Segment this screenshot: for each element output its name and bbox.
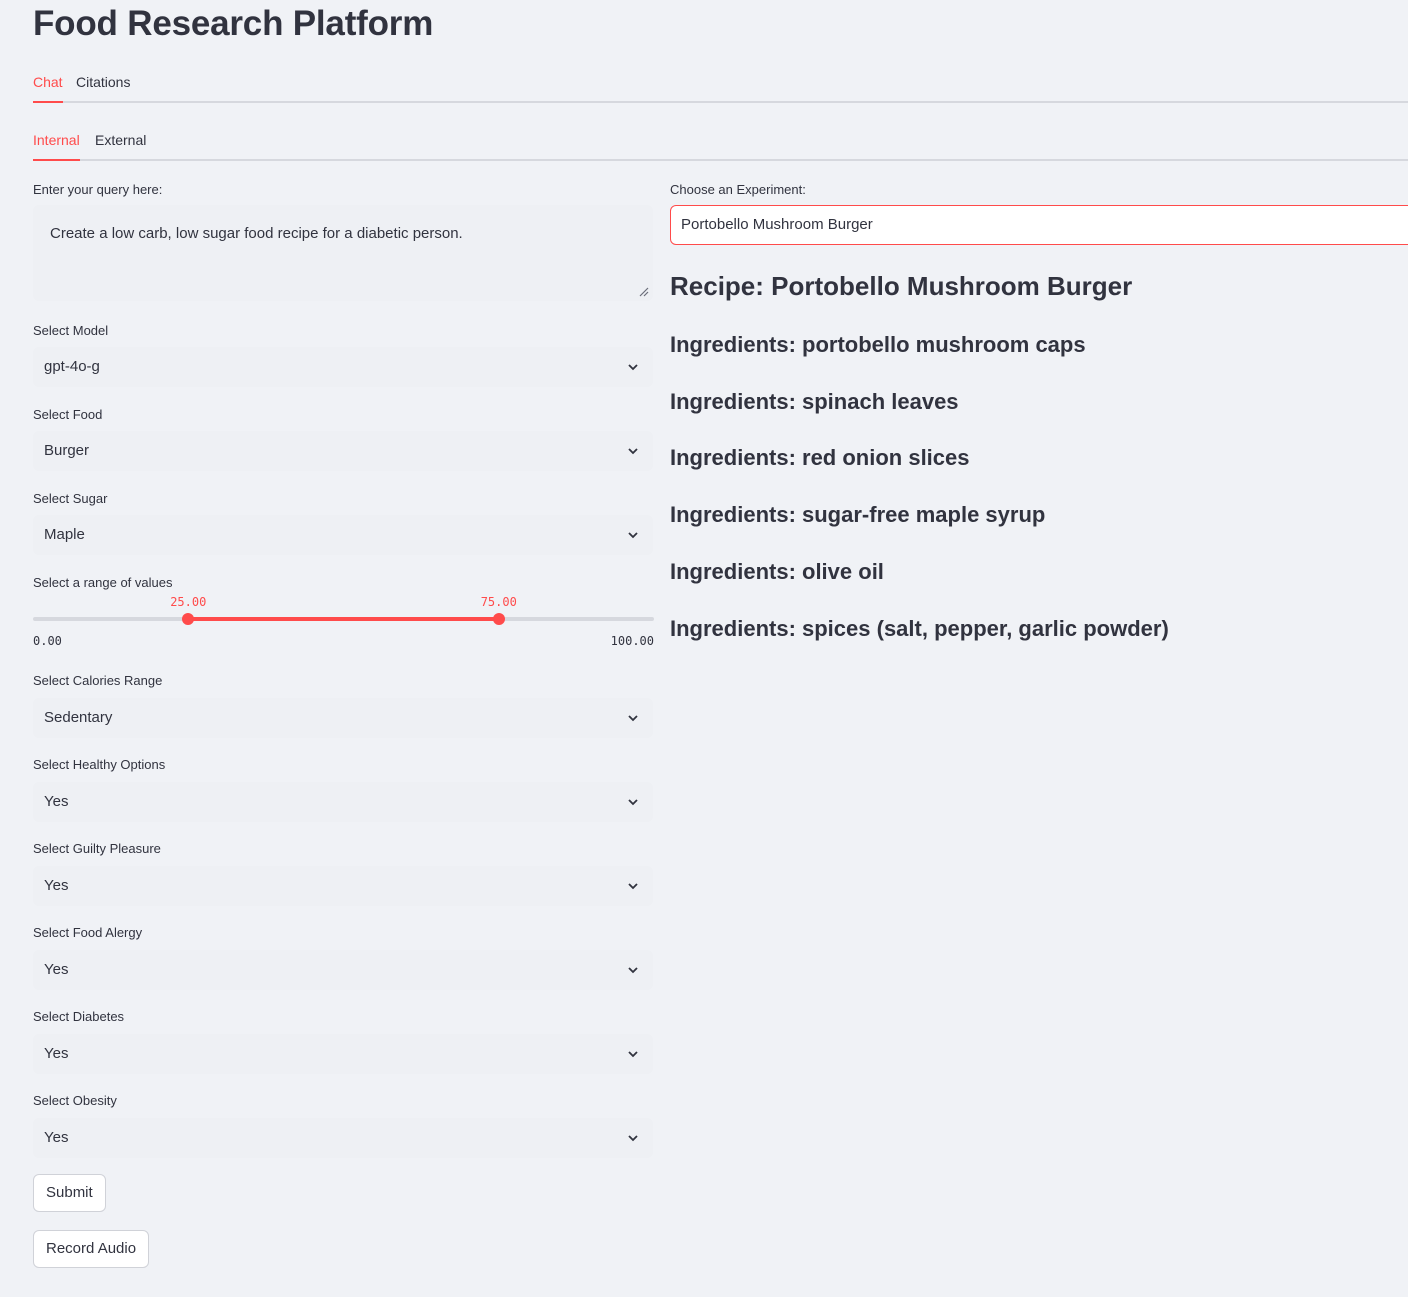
obesity-value: Yes [44,1129,69,1146]
chevron-down-icon [628,799,638,806]
healthy-label: Select Healthy Options [33,757,166,772]
healthy-select[interactable]: Yes [33,782,653,822]
range-label: Select a range of values [33,575,173,590]
guilty-value: Yes [44,877,69,894]
query-input[interactable]: Create a low carb, low sugar food recipe… [33,205,653,301]
sugar-label: Select Sugar [33,491,108,506]
allergy-select[interactable]: Yes [33,950,653,990]
slider-high-thumb[interactable] [492,613,505,625]
experiment-select[interactable]: Portobello Mushroom Burger [670,205,1408,245]
model-select[interactable]: gpt-4o-g [33,347,653,387]
main-tabbar: Chat Citations [33,71,1408,103]
tab-citations[interactable]: Citations [76,71,130,101]
slider-low-thumb[interactable] [182,613,195,625]
experiment-label: Choose an Experiment: [670,182,806,197]
query-text: Create a low carb, low sugar food recipe… [50,225,463,242]
query-label: Enter your query here: [33,182,163,197]
chevron-down-icon [628,364,638,371]
slider-low-value: 25.00 [170,595,207,609]
tab-external[interactable]: External [95,129,146,159]
obesity-label: Select Obesity [33,1093,117,1108]
page: Food Research Platform Chat Citations In… [0,0,1408,1297]
ingredient-item: Ingredients: sugar-free maple syrup [670,502,1046,527]
chevron-down-icon [628,883,638,890]
page-title: Food Research Platform [33,4,434,43]
diabetes-label: Select Diabetes [33,1009,125,1024]
ingredient-item: Ingredients: spices (salt, pepper, garli… [670,616,1169,641]
diabetes-value: Yes [44,1045,69,1062]
chevron-down-icon [628,1135,638,1142]
tab-internal[interactable]: Internal [33,129,80,161]
model-value: gpt-4o-g [44,358,100,375]
calories-label: Select Calories Range [33,673,163,688]
healthy-value: Yes [44,793,69,810]
food-value: Burger [44,442,90,459]
chevron-down-icon [628,532,638,539]
recipe-title: Recipe: Portobello Mushroom Burger [670,271,1133,301]
record-audio-button[interactable]: Record Audio [33,1230,150,1268]
ingredient-item: Ingredients: portobello mushroom caps [670,332,1086,357]
chevron-down-icon [628,1051,638,1058]
sugar-select[interactable]: Maple [33,515,653,555]
experiment-value: Portobello Mushroom Burger [681,216,873,233]
food-label: Select Food [33,407,103,422]
slider-min-label: 0.00 [33,634,62,648]
ingredient-item: Ingredients: red onion slices [670,445,970,470]
calories-value: Sedentary [44,709,113,726]
diabetes-select[interactable]: Yes [33,1034,653,1074]
allergy-value: Yes [44,961,69,978]
ingredient-item: Ingredients: olive oil [670,559,884,584]
calories-select[interactable]: Sedentary [33,698,653,738]
resize-handle-icon[interactable] [639,287,649,297]
obesity-select[interactable]: Yes [33,1118,653,1158]
food-select[interactable]: Burger [33,431,653,471]
range-slider[interactable]: 25.00 75.00 0.00 100.00 [33,594,654,650]
chevron-down-icon [628,967,638,974]
guilty-label: Select Guilty Pleasure [33,841,161,856]
model-label: Select Model [33,323,109,338]
ingredient-item: Ingredients: spinach leaves [670,389,959,414]
guilty-select[interactable]: Yes [33,866,653,906]
slider-max-label: 100.00 [610,634,654,648]
slider-selected-range [188,617,499,621]
tab-chat[interactable]: Chat [33,71,63,103]
slider-high-value: 75.00 [480,595,517,609]
chevron-down-icon [628,715,638,722]
allergy-label: Select Food Alergy [33,925,143,940]
submit-button[interactable]: Submit [33,1174,106,1212]
chevron-down-icon [628,448,638,455]
sub-tabbar: Internal External [33,129,1408,161]
sugar-value: Maple [44,526,85,543]
